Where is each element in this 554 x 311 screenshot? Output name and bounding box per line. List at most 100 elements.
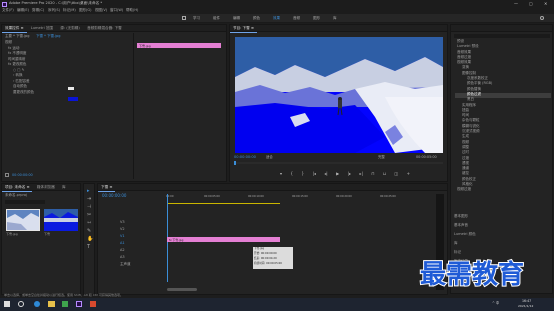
home-icon[interactable] xyxy=(182,16,186,20)
ripple-edit-tool-icon[interactable]: ⊣ xyxy=(87,204,91,210)
step-back-icon[interactable]: ◂| xyxy=(324,171,327,177)
workspace-tab-assembly[interactable]: 组件 xyxy=(213,16,220,21)
timeline-timecode[interactable]: 00:00:00:00 xyxy=(102,194,126,198)
track-select-tool-icon[interactable]: ⇥ xyxy=(87,196,91,202)
menu-file[interactable]: 文件(F) xyxy=(2,8,14,13)
menu-graphics[interactable]: 图形(G) xyxy=(79,8,91,13)
effects-search[interactable] xyxy=(454,34,550,38)
workspace-tab-graphics[interactable]: 图形 xyxy=(313,16,320,21)
selection-tool-icon[interactable]: ▸ xyxy=(87,188,90,194)
effects-item[interactable]: 视频过渡 xyxy=(455,187,551,193)
menu-edit[interactable]: 编辑(E) xyxy=(17,8,29,13)
project-thumb[interactable] xyxy=(44,209,78,231)
track-header[interactable]: A2 xyxy=(100,248,164,256)
clip-bar[interactable]: 下雪.jpg xyxy=(137,43,221,48)
minimize-button[interactable]: — xyxy=(514,2,518,6)
windows-start-icon[interactable] xyxy=(4,301,10,307)
tab-source[interactable]: 源: (无剪辑) xyxy=(57,25,83,32)
resolution-select[interactable]: 完整 xyxy=(378,155,385,159)
go-to-out-icon[interactable]: ▸| xyxy=(359,171,362,177)
clock-date[interactable]: 2021/1/12 xyxy=(518,305,533,308)
pen-tool-icon[interactable]: ✎ xyxy=(87,228,91,234)
premiere-taskbar-icon[interactable] xyxy=(76,301,82,307)
workspace-tab-learn[interactable]: 学习 xyxy=(193,16,200,21)
workspace-tab-color[interactable]: 颜色 xyxy=(253,16,260,21)
work-area-bar[interactable] xyxy=(167,203,280,204)
panel-link-lumetri-color[interactable]: Lumetri 颜色 xyxy=(454,232,550,242)
tab-timeline[interactable]: 下雪 ≡ xyxy=(98,184,116,192)
tab-project[interactable]: 项目: 未命名 ≡ xyxy=(2,184,33,192)
master-clip-label[interactable]: 主要 * 下雪.jpg xyxy=(5,34,30,39)
tab-program[interactable]: 节目: 下雪 ≡ xyxy=(230,25,257,33)
effect-controls-timecode[interactable]: 00:00:00:00 xyxy=(12,173,33,177)
menu-view[interactable]: 视图(V) xyxy=(95,8,107,13)
close-button[interactable]: ✕ xyxy=(544,2,547,6)
tab-lumetri-scopes[interactable]: Lumetri 范围 xyxy=(28,25,56,32)
track-header[interactable]: V3 xyxy=(100,220,164,228)
workspace-tab-libraries[interactable]: 库 xyxy=(333,16,337,21)
timeline-ruler[interactable]: 00:00 00:00:05:00 00:00:10:00 00:00:15:0… xyxy=(166,194,426,203)
workspace-tab-editing[interactable]: 编辑 xyxy=(233,16,240,21)
workspace-tab-effects[interactable]: 效果 xyxy=(273,16,280,21)
app-icon[interactable] xyxy=(62,301,68,307)
zoom-select[interactable]: 适合 xyxy=(266,155,273,159)
track-header[interactable]: V1 xyxy=(100,234,164,242)
settings-icon[interactable]: + xyxy=(407,171,410,177)
snow-thumb-image xyxy=(7,210,39,230)
color-swatch-white[interactable] xyxy=(68,87,74,90)
lift-icon[interactable]: ⊓ xyxy=(371,171,374,177)
playhead-bar[interactable] xyxy=(235,162,443,164)
panel-link-markers[interactable]: 标记 xyxy=(454,250,550,260)
razor-tool-icon[interactable]: ✂ xyxy=(87,212,91,218)
system-tray[interactable]: ^ 中 xyxy=(492,301,499,305)
tab-audio-clip-mixer[interactable]: 音频剪辑混合器: 下雪 xyxy=(84,25,125,32)
tab-effect-controls[interactable]: 效果控件 ≡ xyxy=(2,25,27,33)
menu-marker[interactable]: 标记(M) xyxy=(63,8,76,13)
filter-icon[interactable] xyxy=(5,173,9,177)
program-timecode[interactable]: 00:00:00:00 xyxy=(234,155,256,160)
menu-sequence[interactable]: 序列(S) xyxy=(48,8,60,13)
extract-icon[interactable]: ⊔ xyxy=(383,171,386,177)
clock-time[interactable]: 16:47 xyxy=(522,299,531,303)
play-icon[interactable]: ▶ xyxy=(336,171,339,177)
mark-out-icon[interactable]: } xyxy=(301,171,304,177)
tab-library[interactable]: 库 xyxy=(59,184,69,191)
menu-clip[interactable]: 剪辑(C) xyxy=(32,8,44,13)
track-header[interactable]: A1 xyxy=(100,241,164,249)
color-swatch-blue[interactable] xyxy=(68,97,78,101)
workspace-tab-audio[interactable]: 音频 xyxy=(293,16,300,21)
search-taskbar-icon[interactable] xyxy=(18,301,24,307)
edge-icon[interactable] xyxy=(34,301,40,307)
type-tool-icon[interactable]: T xyxy=(87,244,90,250)
sequence-thumb-image xyxy=(44,209,78,231)
app-logo-icon xyxy=(2,1,7,7)
hand-tool-icon[interactable]: ✋ xyxy=(87,236,93,242)
panel-link-essential-graphics[interactable]: 基本图形 xyxy=(454,214,550,224)
app-icon[interactable] xyxy=(90,301,96,307)
ruler-label: 00:00:05:00 xyxy=(204,195,220,198)
menu-window[interactable]: 窗口(W) xyxy=(110,8,123,13)
project-thumb[interactable] xyxy=(6,209,40,231)
mark-in-icon[interactable]: { xyxy=(290,171,293,177)
panel-link-libraries[interactable]: 库 xyxy=(454,241,550,251)
menu-help[interactable]: 帮助(H) xyxy=(126,8,138,13)
folder-icon[interactable] xyxy=(48,301,55,307)
playhead-marker[interactable] xyxy=(234,161,236,165)
timeline-scrollbar[interactable] xyxy=(167,288,197,291)
slip-tool-icon[interactable]: ⇿ xyxy=(87,220,91,226)
step-forward-icon[interactable]: |▸ xyxy=(348,171,351,177)
export-frame-icon[interactable]: ◫ xyxy=(394,171,398,177)
timeline-clip[interactable]: fx 下雪.jpg xyxy=(167,237,280,242)
add-marker-icon[interactable]: ▾ xyxy=(280,171,282,177)
effect-row[interactable]: 要更改的颜色 xyxy=(5,90,133,97)
sequence-clip-label[interactable]: 下雪 * 下雪.jpg xyxy=(36,34,61,39)
go-to-in-icon[interactable]: |◂ xyxy=(312,171,315,177)
ruler-label: 00:00:15:00 xyxy=(292,195,308,198)
maximize-button[interactable]: ▢ xyxy=(529,2,533,6)
ruler-label: 00:00:20:00 xyxy=(336,195,352,198)
track-header[interactable]: V2 xyxy=(100,227,164,235)
tab-media-browser[interactable]: 媒体浏览器 xyxy=(34,184,58,191)
project-search[interactable] xyxy=(5,200,45,204)
search-icon[interactable] xyxy=(540,16,544,20)
track-header[interactable]: A3 xyxy=(100,255,164,263)
